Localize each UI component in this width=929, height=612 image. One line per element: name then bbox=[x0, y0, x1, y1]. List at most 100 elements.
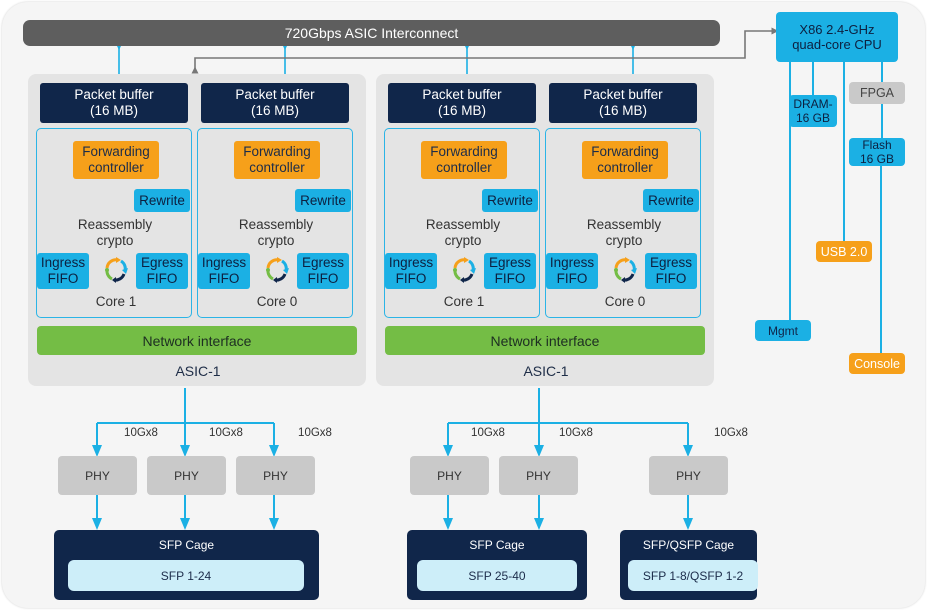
usb-box: USB 2.0 bbox=[816, 241, 872, 262]
forwarding-controller: Forwarding controller bbox=[421, 141, 507, 179]
egress-fifo-label: Egress FIFO bbox=[140, 255, 184, 286]
forwarding-controller: Forwarding controller bbox=[234, 141, 320, 179]
link-speed-label-label: 10Gx8 bbox=[124, 427, 158, 439]
link-speed-label-label: 10Gx8 bbox=[714, 427, 748, 439]
packet-buffer: Packet buffer (16 MB) bbox=[549, 83, 697, 123]
link-speed-label: 10Gx8 bbox=[292, 426, 338, 440]
phy-chip-label: PHY bbox=[85, 468, 110, 483]
core-label: Core 0 bbox=[595, 293, 655, 311]
rewrite-block-label: Rewrite bbox=[300, 192, 346, 208]
forwarding-controller: Forwarding controller bbox=[73, 141, 159, 179]
cage-ports-label: SFP 1-24 bbox=[160, 568, 212, 583]
packet-buffer-label: Packet buffer (16 MB) bbox=[235, 87, 315, 118]
cage-title: SFP Cage bbox=[407, 535, 587, 555]
link-speed-label: 10Gx8 bbox=[118, 426, 164, 440]
rewrite-block: Rewrite bbox=[134, 189, 190, 212]
core-label: Core 1 bbox=[434, 293, 494, 311]
forwarding-controller: Forwarding controller bbox=[582, 141, 668, 179]
network-interface-label: Network interface bbox=[490, 332, 600, 349]
phy-chip: PHY bbox=[499, 456, 578, 495]
asic-interconnect-bus: 720Gbps ASIC Interconnect bbox=[23, 20, 720, 46]
link-speed-label: 10Gx8 bbox=[708, 426, 754, 440]
core-label-label: Core 0 bbox=[256, 294, 298, 309]
interconnect-label: 720Gbps ASIC Interconnect bbox=[284, 25, 459, 41]
reassembly-crypto-label-label: Reassembly crypto bbox=[425, 217, 501, 248]
link-speed-label: 10Gx8 bbox=[465, 426, 511, 440]
phy-chip-label: PHY bbox=[676, 468, 701, 483]
phy-chip: PHY bbox=[410, 456, 489, 495]
dram-box: DRAM- 16 GB bbox=[789, 95, 837, 127]
packet-buffer: Packet buffer (16 MB) bbox=[40, 83, 188, 123]
phy-chip-label: PHY bbox=[526, 468, 551, 483]
cycle-arrows-icon bbox=[105, 257, 128, 283]
cage-title-label: SFP Cage bbox=[158, 538, 215, 552]
console-label: Console bbox=[854, 356, 900, 371]
packet-buffer-label: Packet buffer (16 MB) bbox=[583, 87, 663, 118]
cpu-box: X86 2.4-GHz quad-core CPU bbox=[776, 12, 898, 62]
cycle-arrows-icon bbox=[453, 257, 476, 283]
reassembly-crypto-label-label: Reassembly crypto bbox=[77, 217, 153, 248]
egress-fifo: Egress FIFO bbox=[484, 253, 536, 289]
cage-title: SFP Cage bbox=[54, 535, 319, 555]
rewrite-block: Rewrite bbox=[482, 189, 538, 212]
link-speed-label: 10Gx8 bbox=[203, 426, 249, 440]
reassembly-crypto-label: Reassembly crypto bbox=[56, 215, 174, 251]
ingress-fifo: Ingress FIFO bbox=[546, 253, 598, 289]
cage-title: SFP/QSFP Cage bbox=[620, 535, 757, 555]
flash-label: Flash 16 GB bbox=[859, 138, 895, 166]
packet-buffer-label: Packet buffer (16 MB) bbox=[74, 87, 154, 118]
phy-chip: PHY bbox=[236, 456, 315, 495]
link-speed-label-label: 10Gx8 bbox=[209, 427, 243, 439]
link-speed-label: 10Gx8 bbox=[553, 426, 599, 440]
rewrite-block-label: Rewrite bbox=[648, 192, 694, 208]
dram-label: DRAM- 16 GB bbox=[793, 97, 833, 125]
cage-title-label: SFP Cage bbox=[469, 538, 525, 552]
mgmt-box: Mgmt bbox=[755, 320, 811, 341]
network-interface-label: Network interface bbox=[142, 332, 252, 349]
link-speed-label-label: 10Gx8 bbox=[559, 427, 593, 439]
cycle-arrows-icon bbox=[266, 257, 289, 283]
forwarding-controller-label: Forwarding controller bbox=[82, 144, 150, 175]
reassembly-crypto-label: Reassembly crypto bbox=[565, 215, 683, 251]
reassembly-crypto-label: Reassembly crypto bbox=[404, 215, 522, 251]
egress-fifo-label: Egress FIFO bbox=[649, 255, 693, 286]
egress-fifo-label: Egress FIFO bbox=[301, 255, 345, 286]
egress-fifo: Egress FIFO bbox=[645, 253, 697, 289]
phy-chip: PHY bbox=[58, 456, 137, 495]
egress-fifo-label: Egress FIFO bbox=[488, 255, 532, 286]
rewrite-block: Rewrite bbox=[643, 189, 699, 212]
cpu-label: X86 2.4-GHz quad-core CPU bbox=[792, 22, 882, 52]
asic-label-label: ASIC-1 bbox=[175, 363, 221, 379]
cage-ports-label: SFP 1-8/QSFP 1-2 bbox=[642, 568, 744, 583]
asic-label: ASIC-1 bbox=[148, 362, 248, 380]
asic-label-label: ASIC-1 bbox=[523, 363, 569, 379]
ingress-fifo-label: Ingress FIFO bbox=[40, 255, 86, 286]
network-interface: Network interface bbox=[385, 326, 705, 355]
core-label-label: Core 1 bbox=[95, 294, 137, 309]
ingress-fifo-label: Ingress FIFO bbox=[549, 255, 595, 286]
console-box: Console bbox=[849, 353, 905, 374]
cage-ports: SFP 25-40 bbox=[417, 560, 577, 591]
reassembly-crypto-label-label: Reassembly crypto bbox=[238, 217, 314, 248]
rewrite-block-label: Rewrite bbox=[139, 192, 185, 208]
ingress-fifo: Ingress FIFO bbox=[385, 253, 437, 289]
usb-label: USB 2.0 bbox=[820, 244, 868, 259]
cage-ports-label: SFP 25-40 bbox=[468, 568, 526, 583]
flash-box: Flash 16 GB bbox=[849, 138, 905, 166]
link-speed-label-label: 10Gx8 bbox=[298, 427, 332, 439]
egress-fifo: Egress FIFO bbox=[297, 253, 349, 289]
cage-ports: SFP 1-8/QSFP 1-2 bbox=[628, 560, 758, 591]
phy-chip-label: PHY bbox=[174, 468, 199, 483]
mgmt-label: Mgmt bbox=[768, 323, 798, 338]
core-label: Core 1 bbox=[86, 293, 146, 311]
phy-chip: PHY bbox=[649, 456, 728, 495]
phy-chip-label: PHY bbox=[263, 468, 288, 483]
ingress-fifo: Ingress FIFO bbox=[198, 253, 250, 289]
ingress-fifo: Ingress FIFO bbox=[37, 253, 89, 289]
packet-buffer-label: Packet buffer (16 MB) bbox=[422, 87, 502, 118]
phy-chip: PHY bbox=[147, 456, 226, 495]
fpga-label: FPGA bbox=[859, 86, 895, 100]
link-speed-label-label: 10Gx8 bbox=[471, 427, 505, 439]
cage-title-label: SFP/QSFP Cage bbox=[642, 538, 735, 552]
cage-ports: SFP 1-24 bbox=[68, 560, 304, 591]
